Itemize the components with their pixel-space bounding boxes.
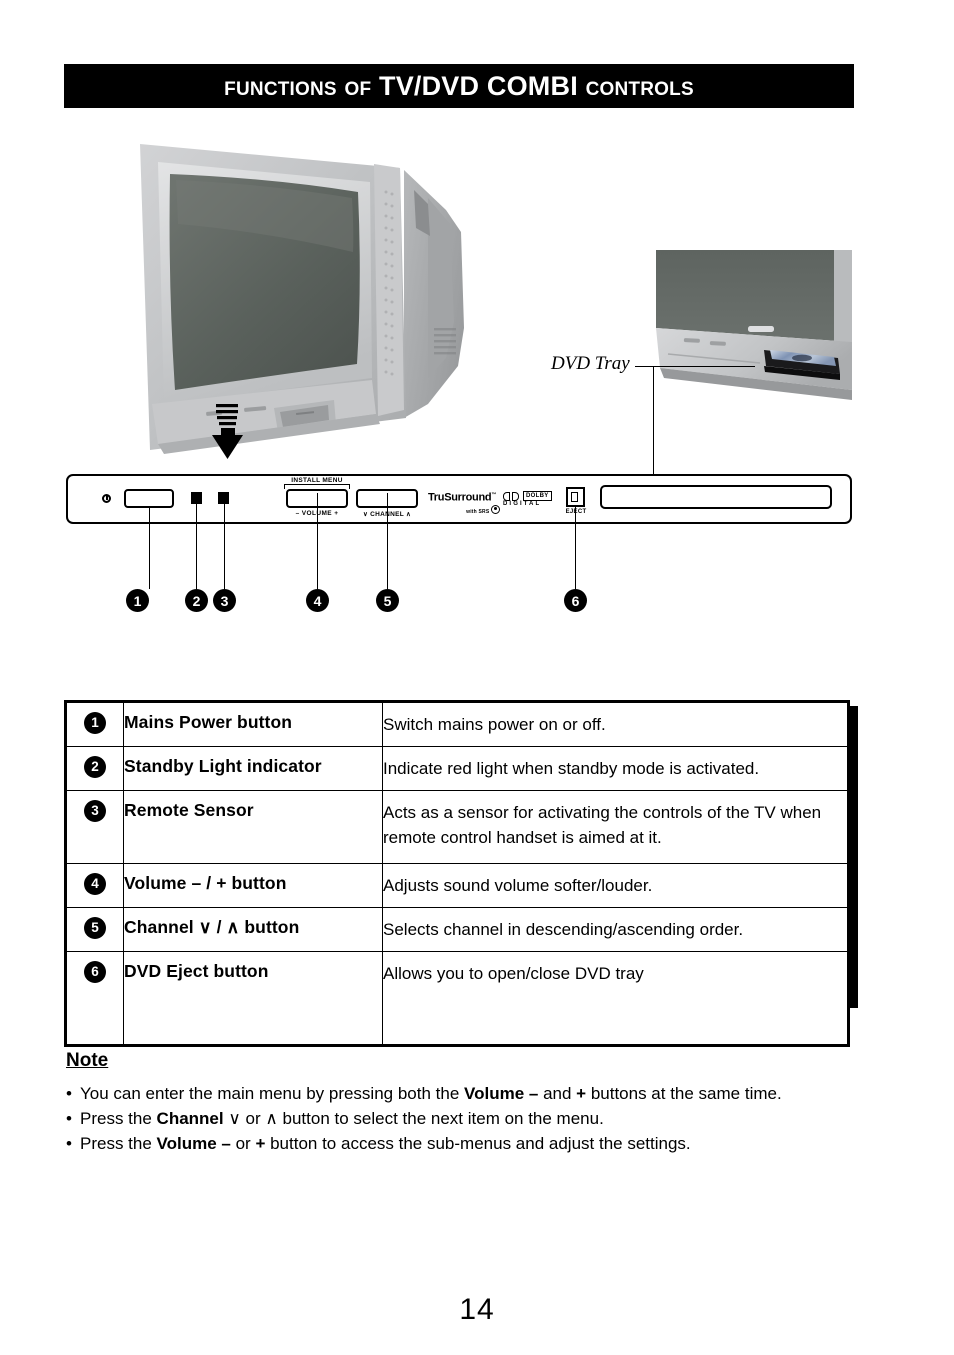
- callout-badge-3: 3: [213, 589, 236, 612]
- callout-badge-5: 5: [376, 589, 399, 612]
- row-number-badge: 1: [84, 712, 106, 734]
- trusurround-logo: TruSurround™ with SRS: [428, 490, 500, 515]
- table-cell-number: 5: [66, 907, 124, 952]
- page-title-part2: TV/DVD COMBI: [379, 70, 586, 101]
- page-header-bar: Functions of TV/DVD COMBI Controls: [64, 64, 854, 108]
- table-cell-name: Mains Power button: [123, 702, 383, 747]
- leader-line-2: [196, 504, 197, 589]
- dolby-digital-logo: DOLBY DIGITAL: [503, 491, 555, 509]
- trademark-symbol: ™: [491, 492, 497, 498]
- tv-illustration: [128, 132, 508, 467]
- table-cell-description: Selects channel in descending/ascending …: [382, 907, 848, 952]
- callout-badge-1: 1: [126, 589, 149, 612]
- callout-number-5: 5: [383, 592, 392, 609]
- table-row: 6 DVD Eject button Allows you to open/cl…: [66, 951, 848, 1045]
- table-row: 4 Volume – / + button Adjusts sound volu…: [66, 863, 848, 908]
- table-row: 2 Standby Light indicator Indicate red l…: [66, 746, 848, 791]
- note-bullet-icon: •: [66, 1109, 72, 1128]
- dvd-tray-slot: [600, 485, 832, 509]
- dolby-digital-word: DIGITAL: [503, 501, 542, 507]
- row-number-badge: 6: [84, 961, 106, 983]
- callout-number-2: 2: [192, 592, 201, 609]
- note-list: • You can enter the main menu by pressin…: [66, 1081, 856, 1156]
- note-item: • You can enter the main menu by pressin…: [66, 1081, 856, 1106]
- row-number-badge: 4: [84, 873, 106, 895]
- functions-table-container: 1 Mains Power button Switch mains power …: [64, 700, 850, 1047]
- leader-line-4: [317, 493, 318, 589]
- install-menu-label: INSTALL MENU: [291, 477, 343, 484]
- table-cell-name: Standby Light indicator: [123, 746, 383, 791]
- dolby-double-d-left-icon: [503, 491, 510, 501]
- table-cell-name: Remote Sensor: [123, 790, 383, 864]
- table-cell-number: 6: [66, 951, 124, 1045]
- page-title: Functions of TV/DVD COMBI Controls: [224, 71, 694, 102]
- leader-line-5: [387, 493, 388, 589]
- callout-number-4: 4: [313, 592, 322, 609]
- dvd-tray-callout-label: DVD Tray: [551, 353, 630, 374]
- table-cell-description: Indicate red light when standby mode is …: [382, 746, 848, 791]
- table-cell-name: DVD Eject button: [123, 951, 383, 1045]
- page-title-part1: Functions of: [224, 70, 379, 101]
- functions-table: 1 Mains Power button Switch mains power …: [66, 702, 848, 1045]
- dolby-mark-row: DOLBY: [503, 491, 555, 501]
- row-number-badge: 5: [84, 917, 106, 939]
- page-number: 14: [459, 1293, 495, 1326]
- leader-line-1: [149, 508, 150, 589]
- table-cell-name: Channel ∨ / ∧ button: [123, 907, 383, 952]
- table-row: 5 Channel ∨ / ∧ button Selects channel i…: [66, 907, 848, 952]
- table-cell-description: Allows you to open/close DVD tray: [382, 951, 848, 1045]
- note-bullet-icon: •: [66, 1134, 72, 1153]
- table-cell-name: Volume – / + button: [123, 863, 383, 908]
- standby-light-indicator: [191, 492, 202, 504]
- dvd-eject-button[interactable]: [566, 487, 585, 507]
- dvd-tray-photo: [652, 250, 852, 402]
- leader-line-3: [224, 504, 225, 589]
- table-cell-description: Adjusts sound volume softer/louder.: [382, 863, 848, 908]
- table-cell-description: Switch mains power on or off.: [382, 702, 848, 747]
- eject-label: EJECT: [565, 509, 587, 515]
- table-cell-number: 4: [66, 863, 124, 908]
- callout-number-3: 3: [220, 592, 229, 609]
- power-symbol-icon: [102, 494, 111, 503]
- page-title-part3: Controls: [585, 70, 694, 101]
- note-item: • Press the Volume – or + button to acce…: [66, 1131, 856, 1156]
- trusurround-wordmark: TruSurround™: [428, 491, 497, 504]
- note-bullet-icon: •: [66, 1084, 72, 1103]
- table-cell-number: 2: [66, 746, 124, 791]
- mains-power-button[interactable]: [124, 489, 174, 508]
- leader-line-6: [575, 507, 576, 589]
- note-item-text: Press the Channel ∨ or ∧ button to selec…: [80, 1109, 604, 1128]
- row-number-badge: 2: [84, 756, 106, 778]
- dvd-tray-leader-vertical: [653, 366, 654, 488]
- tv-drawing: [140, 144, 464, 459]
- note-item: • Press the Channel ∨ or ∧ button to sel…: [66, 1106, 856, 1131]
- callout-badge-4: 4: [306, 589, 329, 612]
- callout-badge-6: 6: [564, 589, 587, 612]
- note-item-text: Press the Volume – or + button to access…: [80, 1134, 691, 1153]
- note-item-text: You can enter the main menu by pressing …: [80, 1084, 782, 1103]
- table-cell-number: 3: [66, 790, 124, 864]
- row-number-badge: 3: [84, 800, 106, 822]
- dvd-tray-drawing: [656, 250, 852, 400]
- trusurround-srs-label: with SRS: [428, 504, 500, 515]
- note-heading: Note: [66, 1050, 109, 1071]
- remote-sensor: [218, 492, 229, 504]
- table-cell-number: 1: [66, 702, 124, 747]
- callout-badge-2: 2: [185, 589, 208, 612]
- dolby-wordmark: DOLBY: [523, 491, 552, 501]
- dolby-double-d-right-icon: [512, 491, 519, 501]
- callout-number-1: 1: [133, 592, 142, 609]
- table-row: 3 Remote Sensor Acts as a sensor for act…: [66, 790, 848, 864]
- table-cell-description: Acts as a sensor for activating the cont…: [382, 790, 848, 864]
- callout-number-6: 6: [571, 592, 580, 609]
- table-row: 1 Mains Power button Switch mains power …: [66, 702, 848, 747]
